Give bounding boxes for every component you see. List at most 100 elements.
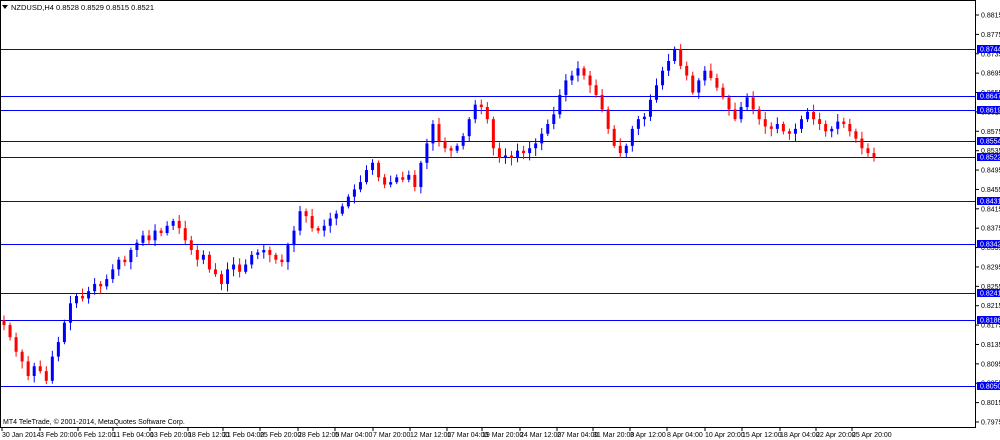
candle-body (485, 107, 489, 120)
candle-body (558, 94, 562, 115)
candle-body (781, 124, 785, 132)
x-tick-label: 13 Feb 20:00 (150, 432, 191, 439)
candle-body (800, 119, 803, 129)
candle-body (473, 104, 477, 120)
candle-body (552, 114, 556, 125)
candle-body (44, 371, 48, 381)
candle-body (129, 249, 133, 263)
candle-body (334, 213, 338, 219)
candle-body (467, 119, 471, 137)
candle-body (171, 220, 175, 226)
candle-body (50, 356, 54, 381)
candle-body (848, 124, 852, 132)
y-tick-label: 0.8015 (981, 400, 1000, 407)
candle-body (26, 361, 30, 376)
candle-body (274, 254, 278, 260)
y-tick-label: 0.8295 (981, 264, 1000, 271)
candle-body (147, 235, 151, 241)
candle-body (431, 124, 435, 144)
x-tick-label: 31 Mar 20:00 (593, 432, 634, 439)
candle-body (709, 70, 713, 78)
candle-body (298, 211, 302, 231)
candle-body (630, 128, 634, 146)
candle-body (648, 99, 652, 117)
candle-body (183, 228, 187, 241)
candle-body (195, 249, 199, 260)
candle-body (872, 153, 876, 158)
x-tick-label: 18 Apr 04:00 (780, 432, 820, 439)
candle-body (358, 182, 362, 190)
candle-body (389, 182, 393, 185)
candle-body (812, 111, 816, 120)
candle-body (516, 150, 520, 158)
candle-body (395, 177, 399, 183)
candle-body (763, 119, 767, 127)
candle-body (697, 80, 701, 93)
candle-body (745, 97, 749, 108)
candle-body (401, 177, 405, 180)
candle-body (87, 291, 91, 299)
x-tick-label: 25 Apr 20:00 (852, 432, 892, 439)
level-label: 0.8241 (980, 291, 1000, 298)
candle-body (655, 85, 658, 100)
candle-body (721, 87, 725, 98)
level-label: 0.8186 (980, 318, 1000, 325)
candle-body (546, 124, 550, 134)
x-tick-label: 15 Apr 12:00 (742, 432, 782, 439)
candle-body (715, 77, 719, 88)
x-tick-label: 25 Feb 20:00 (260, 432, 301, 439)
candle-body (570, 75, 574, 81)
candle-body (661, 70, 665, 86)
candle-body (322, 225, 326, 231)
level-label: 0.8050 (980, 384, 1000, 391)
candle-body (244, 264, 248, 272)
candle-body (383, 177, 387, 185)
candle-body (600, 94, 604, 110)
candle-body (540, 133, 544, 144)
candle-body (365, 170, 368, 183)
y-tick-label: 0.8095 (981, 361, 1000, 368)
candle-body (123, 259, 127, 263)
candle-body (510, 155, 513, 158)
candle-body (93, 283, 97, 292)
candle-body (685, 65, 689, 76)
candle-body (522, 150, 526, 154)
candle-body (624, 145, 628, 154)
candle-body (528, 148, 532, 154)
y-tick-label: 0.8215 (981, 303, 1000, 310)
x-tick-label: 22 Apr 20:00 (816, 432, 856, 439)
candle-body (352, 189, 356, 197)
level-label: 0.8431 (980, 199, 1000, 206)
candle-body (503, 155, 507, 158)
candle-body (751, 97, 755, 110)
candle-body (328, 218, 332, 226)
candle-body (757, 109, 761, 120)
copyright-text: MT4 TeleTrade, © 2001-2014, MetaQuotes S… (3, 418, 185, 426)
x-tick-label: 28 Feb 12:00 (298, 432, 339, 439)
candle-body (377, 162, 381, 178)
candle-body (56, 342, 60, 357)
candle-body (443, 140, 447, 149)
candle-body (2, 320, 6, 326)
candle-body (703, 70, 707, 81)
candle-body (346, 196, 350, 207)
candle-body (733, 109, 737, 120)
y-tick-label: 0.8135 (981, 342, 1000, 349)
candle-body (497, 148, 501, 158)
candle-body (32, 366, 36, 376)
candle-body (117, 259, 121, 270)
x-tick-label: 24 Mar 12:00 (520, 432, 561, 439)
candle-body (455, 145, 459, 151)
candle-body (165, 225, 169, 234)
candle-body (371, 162, 375, 171)
candle-body (667, 61, 671, 71)
x-tick-label: 3 Apr 12:00 (630, 432, 666, 439)
level-label: 0.8647 (980, 94, 1000, 101)
candle-body (534, 143, 538, 149)
candle-body (691, 75, 695, 93)
candle-body (673, 48, 677, 62)
y-tick-label: 0.8695 (981, 71, 1000, 78)
candle-body (141, 235, 145, 243)
candle-body (292, 230, 296, 246)
level-label: 0.8619 (980, 108, 1000, 115)
